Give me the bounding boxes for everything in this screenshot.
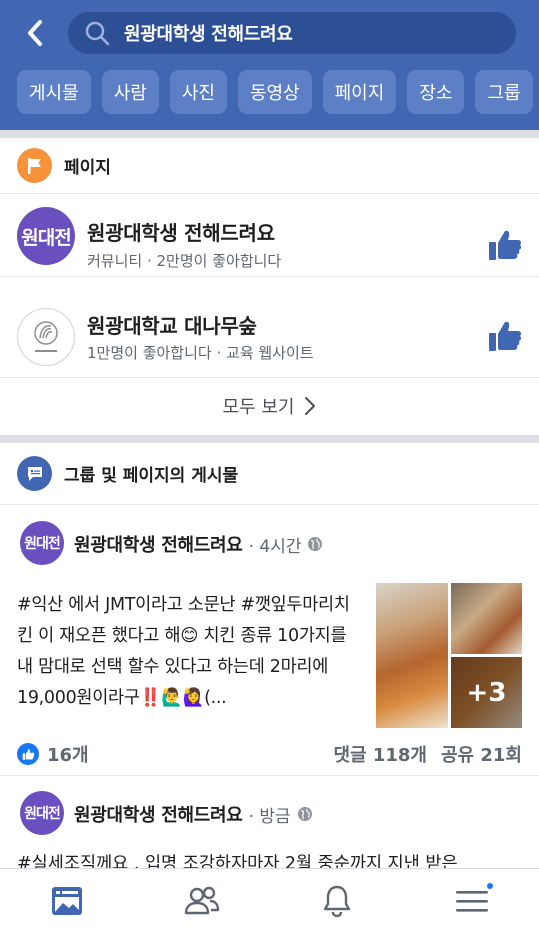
share-count[interactable]: 공유 21회: [441, 741, 522, 767]
flag-icon: [17, 148, 52, 183]
globe-icon: [297, 807, 312, 821]
like-count[interactable]: 16개: [47, 741, 89, 767]
post-header: 원광대학생 전해드려요 · 방금: [74, 801, 313, 827]
filter-pages[interactable]: 페이지: [322, 70, 397, 114]
like-page-button[interactable]: [487, 227, 523, 263]
post-reactions-bar: 16개 댓글 118개 공유 21회: [17, 739, 522, 769]
pages-section-header: 페이지: [0, 138, 539, 194]
friends-icon: [184, 886, 220, 914]
post-photo-grid[interactable]: +3: [376, 583, 522, 728]
chevron-left-icon: [28, 20, 42, 46]
page-subtitle: 1만명이 좋아합니다 · 교육 웹사이트: [87, 344, 314, 362]
tab-friends[interactable]: [135, 869, 270, 932]
bell-icon: [323, 885, 351, 917]
post-time[interactable]: · 방금: [249, 802, 291, 827]
page-name: 원광대학교 대나무숲: [87, 314, 257, 338]
like-reaction-icon: [17, 743, 39, 765]
thumbs-up-icon: [489, 321, 522, 351]
posts-section-header: 그룹 및 페이지의 게시물: [0, 443, 539, 505]
post-stats: 댓글 118개 공유 21회: [333, 741, 522, 767]
notification-dot: [485, 881, 495, 891]
filter-posts[interactable]: 게시물: [17, 70, 91, 114]
divider: [0, 435, 539, 443]
tab-news-feed[interactable]: [0, 869, 135, 932]
search-query: 원광대학생 전해드려요: [124, 24, 293, 45]
news-feed-icon: [52, 886, 83, 915]
tab-menu[interactable]: [404, 869, 539, 932]
bottom-tab-bar: [0, 868, 539, 932]
thumbs-up-icon: [489, 230, 522, 260]
divider: [0, 775, 539, 776]
filter-chips: 게시물 사람 사진 동영상 페이지 장소 그룹: [17, 70, 533, 114]
chevron-right-icon: [305, 397, 316, 415]
avatar: [17, 308, 75, 366]
post-author[interactable]: 원광대학생 전해드려요: [74, 531, 243, 557]
see-all-label: 모두 보기: [222, 397, 295, 418]
pages-section-title: 페이지: [64, 158, 111, 178]
filter-photos[interactable]: 사진: [169, 70, 227, 114]
posts-section-title: 그룹 및 페이지의 게시물: [64, 466, 239, 486]
tab-notifications[interactable]: [270, 869, 405, 932]
page-subtitle: 커뮤니티 · 2만명이 좋아합니다: [87, 252, 282, 270]
speech-bubble-icon: [17, 456, 52, 491]
back-button[interactable]: [18, 16, 52, 50]
globe-icon: [308, 537, 323, 551]
search-header: 원광대학생 전해드려요 게시물 사람 사진 동영상 페이지 장소 그룹: [0, 0, 539, 130]
filter-people[interactable]: 사람: [101, 70, 159, 114]
post-photo[interactable]: [451, 583, 522, 654]
search-icon: [85, 21, 110, 46]
post-header: 원광대학생 전해드려요 · 4시간: [74, 531, 323, 557]
avatar[interactable]: 원대전: [20, 791, 64, 835]
post-author[interactable]: 원광대학생 전해드려요: [74, 801, 243, 827]
post-photo[interactable]: [376, 583, 448, 728]
post-photo[interactable]: +3: [451, 657, 522, 728]
search-input[interactable]: 원광대학생 전해드려요: [68, 12, 516, 54]
divider: [0, 130, 539, 138]
avatar: 원대전: [17, 207, 75, 265]
more-photos-count: +3: [451, 657, 522, 728]
page-result-row[interactable]: 원대전 원광대학생 전해드려요 커뮤니티 · 2만명이 좋아합니다: [0, 195, 539, 277]
menu-icon: [455, 890, 488, 912]
filter-places[interactable]: 장소: [407, 70, 465, 114]
page-result-row[interactable]: 원광대학교 대나무숲 1만명이 좋아합니다 · 교육 웹사이트: [0, 296, 539, 378]
post-time[interactable]: · 4시간: [249, 532, 302, 557]
post-body[interactable]: #익산 에서 JMT이라고 소문난 #깻잎두마리치킨 이 재오픈 했다고 해😊 …: [17, 590, 362, 714]
filter-videos[interactable]: 동영상: [237, 70, 312, 114]
filter-groups[interactable]: 그룹: [475, 70, 533, 114]
comment-count[interactable]: 댓글 118개: [333, 741, 427, 767]
page-name: 원광대학생 전해드려요: [87, 221, 275, 245]
university-logo-icon: [34, 321, 58, 352]
like-page-button[interactable]: [487, 318, 523, 354]
see-all-button[interactable]: 모두 보기: [0, 377, 539, 435]
avatar[interactable]: 원대전: [20, 521, 64, 565]
